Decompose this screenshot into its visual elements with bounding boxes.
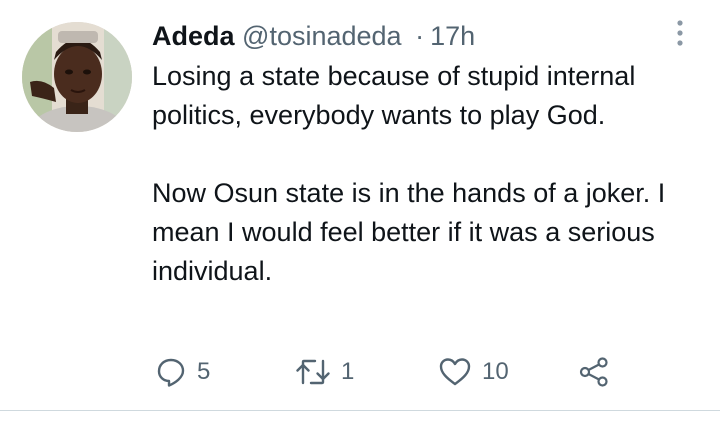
reply-icon: [155, 356, 187, 388]
tweet-header: Adeda @tosinadeda · 17h: [152, 20, 475, 52]
author-handle[interactable]: @tosinadeda: [242, 21, 402, 51]
author-name[interactable]: Adeda: [152, 21, 235, 51]
more-options-button[interactable]: [668, 16, 692, 52]
tweet-paragraph: Losing a state because of stupid interna…: [152, 61, 636, 130]
avatar[interactable]: [22, 22, 132, 132]
like-button[interactable]: 10: [438, 352, 509, 392]
like-count: 10: [482, 358, 509, 385]
tweet-timestamp[interactable]: 17h: [430, 21, 475, 51]
share-icon: [578, 356, 610, 388]
tweet[interactable]: Adeda @tosinadeda · 17h Losing a state be…: [0, 0, 720, 410]
reply-count: 5: [197, 358, 211, 385]
tweet-paragraph: Now Osun state is in the hands of a joke…: [152, 178, 666, 286]
tweet-divider: [0, 410, 720, 411]
tweet-text: Losing a state because of stupid interna…: [152, 57, 702, 291]
header-separator: ·: [415, 21, 425, 51]
share-button[interactable]: [578, 352, 610, 392]
retweet-count: 1: [341, 358, 355, 385]
retweet-button[interactable]: 1: [295, 352, 354, 392]
retweet-icon: [295, 356, 331, 388]
tweet-actions: 5 1 10: [155, 352, 675, 392]
heart-icon: [438, 356, 472, 388]
reply-button[interactable]: 5: [155, 352, 210, 392]
more-vertical-icon: [668, 20, 692, 56]
